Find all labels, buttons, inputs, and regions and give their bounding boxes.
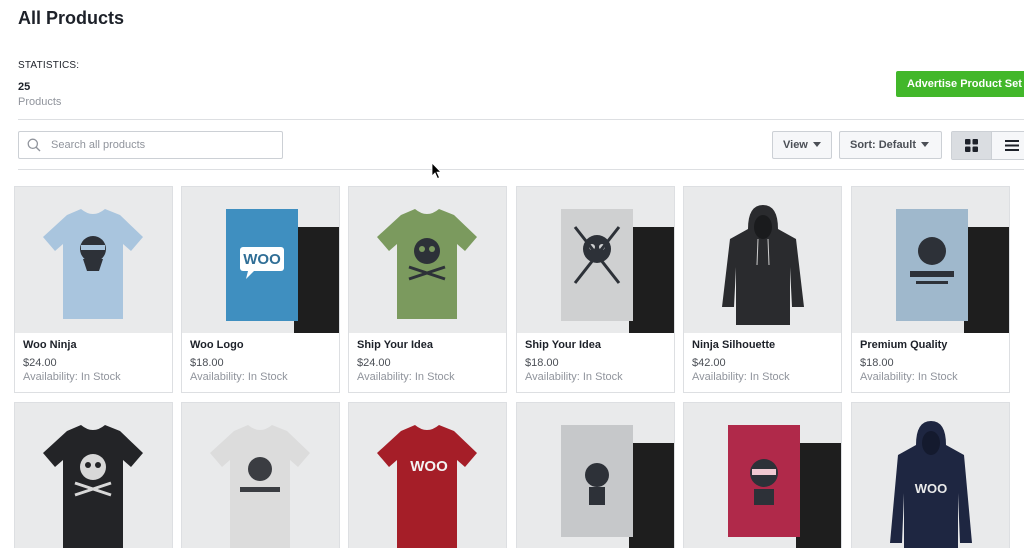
divider <box>18 119 1024 120</box>
hoodie-icon <box>722 205 804 325</box>
product-card[interactable]: Woo Ninja $24.00 Availability: In Stock <box>14 186 173 393</box>
product-name[interactable]: Woo Logo <box>190 339 244 351</box>
product-price: $42.00 <box>692 357 726 369</box>
product-name[interactable]: Ninja Silhouette <box>692 339 775 351</box>
tshirt-icon: WOO <box>377 425 477 548</box>
statistics-label: STATISTICS: <box>18 60 80 71</box>
product-count: 25 <box>18 81 31 93</box>
grid-view-toggle[interactable] <box>952 132 992 159</box>
product-image <box>517 403 674 548</box>
tshirt-icon <box>210 425 310 548</box>
svg-text:WOO: WOO <box>410 458 448 475</box>
product-availability: Availability: In Stock <box>692 371 790 383</box>
svg-text:WOO: WOO <box>915 481 948 496</box>
chevron-down-icon <box>921 141 929 147</box>
search-input[interactable]: Search all products <box>18 131 283 159</box>
search-placeholder: Search all products <box>51 139 146 151</box>
mouse-cursor-icon <box>431 162 442 180</box>
product-image <box>15 187 172 333</box>
sort-dropdown[interactable]: Sort: Default <box>839 131 942 159</box>
product-image <box>684 187 841 333</box>
product-name[interactable]: Premium Quality <box>860 339 947 351</box>
product-price: $24.00 <box>357 357 391 369</box>
layout-toggle <box>951 131 1024 160</box>
product-card[interactable]: WOO Woo Logo $18.00 Availability: In Sto… <box>181 186 340 393</box>
product-grid: Woo Ninja $24.00 Availability: In Stock … <box>14 186 1024 548</box>
product-card[interactable] <box>181 402 340 548</box>
products-page: All Products STATISTICS: 25 Products Adv… <box>0 0 1024 548</box>
page-title: All Products <box>18 8 125 28</box>
product-card[interactable] <box>14 402 173 548</box>
tshirt-icon <box>377 209 477 319</box>
poster-icon: WOO <box>226 209 339 333</box>
product-image <box>182 403 339 548</box>
product-availability: Availability: In Stock <box>525 371 623 383</box>
product-image: WOO <box>852 403 1009 548</box>
sort-dropdown-label: Sort: Default <box>850 139 916 151</box>
divider <box>18 169 1024 170</box>
view-dropdown-label: View <box>783 139 808 151</box>
tshirt-icon <box>43 209 143 319</box>
grid-icon <box>965 139 978 152</box>
advertise-product-set-button[interactable]: Advertise Product Set <box>896 71 1024 97</box>
product-image <box>684 403 841 548</box>
view-dropdown[interactable]: View <box>772 131 832 159</box>
poster-icon <box>561 209 674 333</box>
product-price: $18.00 <box>190 357 224 369</box>
list-view-toggle[interactable] <box>992 132 1024 159</box>
product-image <box>15 403 172 548</box>
poster-icon <box>561 425 674 548</box>
product-card[interactable] <box>683 402 842 548</box>
product-card[interactable]: WOO <box>348 402 507 548</box>
product-price: $18.00 <box>860 357 894 369</box>
tshirt-icon <box>43 425 143 548</box>
product-image: WOO <box>349 403 506 548</box>
product-card[interactable]: Ship Your Idea $18.00 Availability: In S… <box>516 186 675 393</box>
product-count-unit: Products <box>18 96 62 108</box>
product-image <box>349 187 506 333</box>
product-card[interactable]: WOO <box>851 402 1010 548</box>
product-card[interactable] <box>516 402 675 548</box>
chevron-down-icon <box>812 141 821 147</box>
product-availability: Availability: In Stock <box>190 371 288 383</box>
product-price: $24.00 <box>23 357 57 369</box>
product-name[interactable]: Ship Your Idea <box>357 339 433 351</box>
product-image <box>852 187 1009 333</box>
product-availability: Availability: In Stock <box>357 371 455 383</box>
product-name[interactable]: Ship Your Idea <box>525 339 601 351</box>
poster-icon <box>896 209 1009 333</box>
product-card[interactable]: Ship Your Idea $24.00 Availability: In S… <box>348 186 507 393</box>
product-availability: Availability: In Stock <box>860 371 958 383</box>
list-icon <box>1005 140 1019 151</box>
product-image: WOO <box>182 187 339 333</box>
poster-icon <box>728 425 841 548</box>
product-card[interactable]: Ninja Silhouette $42.00 Availability: In… <box>683 186 842 393</box>
svg-text:WOO: WOO <box>243 251 281 268</box>
product-image <box>517 187 674 333</box>
search-icon <box>27 138 41 152</box>
product-card[interactable]: Premium Quality $18.00 Availability: In … <box>851 186 1010 393</box>
product-price: $18.00 <box>525 357 559 369</box>
product-availability: Availability: In Stock <box>23 371 121 383</box>
hoodie-icon: WOO <box>890 421 972 548</box>
product-name[interactable]: Woo Ninja <box>23 339 77 351</box>
